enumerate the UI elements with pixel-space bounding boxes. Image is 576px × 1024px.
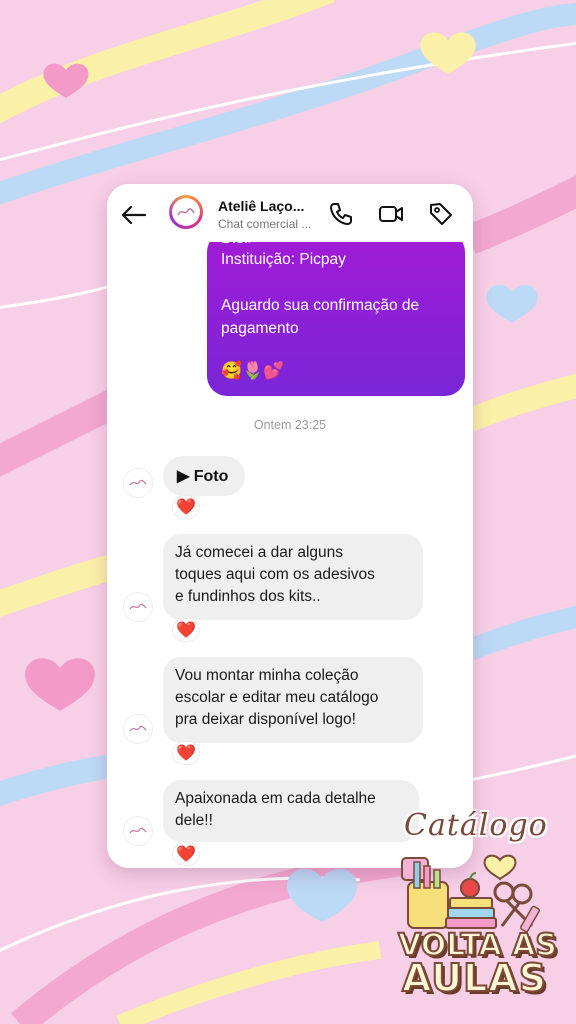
message-timestamp: Ontem 23:25 (253, 418, 327, 432)
chat-subtitle: Chat comercial ... (218, 217, 312, 231)
message-text: e fundinhos dos kits.. (175, 588, 321, 605)
message-text: Vou montar minha coleção (175, 667, 359, 684)
heart-reaction-icon[interactable]: ❤️ (173, 843, 199, 865)
message-text: Aguardo sua confirmação de (221, 297, 420, 314)
sticker-text-line2: AULAS (401, 955, 548, 1001)
outgoing-message[interactable]: Dieli Instituição: Picpay Aguardo sua co… (207, 230, 465, 396)
message-text: pra deixar disponível logo! (175, 711, 356, 728)
message-text: Instituição: Picpay (221, 251, 346, 268)
school-supplies-icon (401, 857, 540, 933)
avatar[interactable] (123, 468, 153, 498)
avatar[interactable] (169, 195, 203, 229)
message-text: pagamento (221, 320, 299, 337)
chat-window: Ateliê Laço... Chat comercial ... Dieli … (107, 184, 473, 868)
message-emojis: 🥰🌷💕 (221, 361, 285, 380)
heart-reaction-icon[interactable]: ❤️ (173, 742, 199, 764)
avatar[interactable] (123, 592, 153, 622)
chat-title[interactable]: Ateliê Laço... (218, 198, 310, 214)
message-text: Já comecei a dar alguns (175, 544, 344, 561)
avatar-logo-icon (172, 198, 200, 226)
chat-header: Ateliê Laço... Chat comercial ... (107, 184, 473, 242)
heart-reaction-icon[interactable]: ❤️ (173, 496, 199, 518)
avatar[interactable] (123, 816, 153, 846)
catalog-title: Catálogo (404, 808, 548, 843)
phone-icon[interactable] (327, 200, 355, 228)
message-text: toques aqui com os adesivos (175, 566, 375, 583)
incoming-message[interactable]: Vou montar minha coleção escolar e edita… (163, 657, 423, 743)
incoming-message[interactable]: Apaixonada em cada detalhe dele!! (163, 780, 419, 842)
heart-reaction-icon[interactable]: ❤️ (173, 619, 199, 641)
arrow-left-icon[interactable] (119, 200, 149, 230)
tag-icon[interactable] (427, 200, 455, 228)
photo-message[interactable]: ▶ Foto (163, 456, 245, 496)
video-camera-icon[interactable] (377, 200, 405, 228)
message-text: Apaixonada em cada detalhe (175, 790, 376, 807)
avatar[interactable] (123, 714, 153, 744)
message-text: dele!! (175, 812, 213, 829)
incoming-message[interactable]: Já comecei a dar alguns toques aqui com … (163, 534, 423, 620)
message-text: escolar e editar meu catálogo (175, 689, 379, 706)
